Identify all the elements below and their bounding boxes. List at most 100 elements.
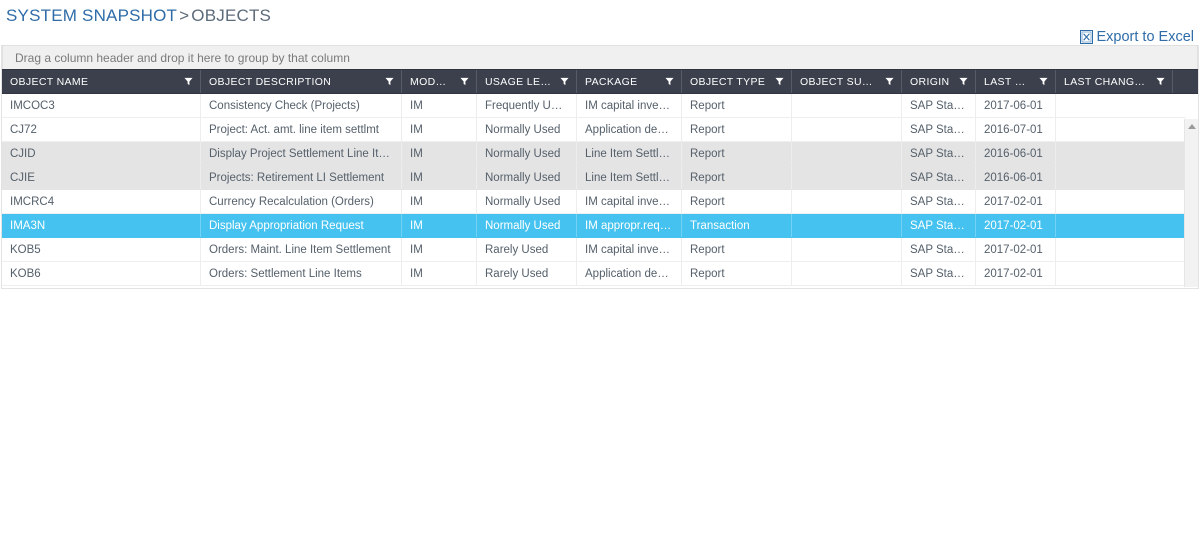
cell-package: IM capital investme... [577,238,682,261]
scroll-up-arrow-icon[interactable] [1185,119,1198,133]
cell-text: Report [690,99,725,112]
cell-object-name: IMA3N [2,214,201,237]
export-to-excel-button[interactable]: Export to Excel [1080,29,1194,45]
column-header-object-description[interactable]: OBJECT DESCRIPTION [201,70,402,93]
cell-text: Application develo... [585,267,673,280]
cell-text: SAP Standard [910,195,967,208]
cell-text: Normally Used [485,219,561,232]
cell-object-description: Display Project Settlement Line Itms [201,142,402,165]
breadcrumb-current-objects: OBJECTS [191,6,272,25]
cell-text: SAP Standard [910,171,967,184]
cell-text: CJ72 [10,123,37,136]
cell-text: Transaction [690,219,750,232]
table-row[interactable]: IMCOC3 Consistency Check (Projects) IM Freq… [2,94,1186,118]
column-header-usage-level[interactable]: USAGE LEVEL [477,70,577,93]
table-row[interactable]: KOB5 Orders: Maint. Line Item Settlement I… [2,238,1186,262]
cell-text: Orders: Maint. Line Item Settlement [209,243,391,256]
cell-package: IM capital investme... [577,94,682,117]
column-header-label: OBJECT SUB TYPE [800,75,877,88]
cell-origin: SAP Standard [902,166,976,189]
cell-object-sub-type [792,262,902,285]
cell-text: Report [690,123,725,136]
cell-package: Application develo... [577,262,682,285]
cell-text: Display Project Settlement Line Itms [209,147,393,160]
grid-header-row: OBJECT NAME OBJECT DESCRIPTION MODULE USAGE… [2,69,1198,94]
cell-object-description: Projects: Retirement LI Settlement [201,166,402,189]
filter-funnel-icon [385,77,394,86]
cell-text: Consistency Check (Projects) [209,99,360,112]
column-header-object-type[interactable]: OBJECT TYPE [682,70,792,93]
cell-package: Line Item Settleme... [577,142,682,165]
cell-text: Report [690,147,725,160]
group-by-dropzone[interactable]: Drag a column header and drop it here to… [2,45,1198,69]
breadcrumb-link-system-snapshot[interactable]: SYSTEM SNAPSHOT [6,6,177,25]
column-header-object-sub-type[interactable]: OBJECT SUB TYPE [792,70,902,93]
cell-origin: SAP Standard [902,118,976,141]
filter-funnel-icon [460,77,469,86]
cell-origin: SAP Standard [902,238,976,261]
cell-text: KOB5 [10,243,41,256]
cell-last-changed-by [1056,142,1173,165]
cell-object-type: Report [682,262,792,285]
cell-last-changed-by [1056,94,1173,117]
column-header-last-used[interactable]: LAST USED [976,70,1056,93]
cell-text: IM capital investme... [585,243,673,256]
table-row[interactable]: CJ72 Project: Act. amt. line item settlmt… [2,118,1186,142]
cell-text: Report [690,171,725,184]
cell-object-sub-type [792,94,902,117]
cell-origin: SAP Standard [902,214,976,237]
column-header-object-name[interactable]: OBJECT NAME [2,70,201,93]
table-row[interactable]: CJIE Projects: Retirement LI Settlement IM… [2,166,1186,190]
cell-object-description: Display Appropriation Request [201,214,402,237]
filter-funnel-icon [959,77,968,86]
table-row[interactable]: CJID Display Project Settlement Line Itms… [2,142,1186,166]
excel-icon [1080,30,1094,44]
cell-text: Project: Act. amt. line item settlmt [209,123,379,136]
cell-module: IM [402,190,477,213]
vertical-scrollbar[interactable] [1184,119,1198,287]
cell-object-type: Transaction [682,214,792,237]
column-header-module[interactable]: MODULE [402,70,477,93]
cell-text: Report [690,267,725,280]
table-row[interactable]: KOB6 Orders: Settlement Line Items IM Rarel… [2,262,1186,286]
cell-object-description: Orders: Settlement Line Items [201,262,402,285]
cell-object-type: Report [682,142,792,165]
column-header-origin[interactable]: ORIGIN [902,70,976,93]
cell-last-used: 2017-06-01 [976,94,1056,117]
cell-text: IM [410,267,423,280]
cell-object-name: IMCRC4 [2,190,201,213]
table-row[interactable]: IMCRC4 Currency Recalculation (Orders) IM N… [2,190,1186,214]
cell-text: IM [410,219,423,232]
table-row[interactable]: IMA3N Display Appropriation Request IM Norm… [2,214,1186,238]
cell-object-sub-type [792,118,902,141]
objects-grid: Drag a column header and drop it here to… [1,45,1199,289]
cell-object-type: Report [682,190,792,213]
cell-last-used: 2017-02-01 [976,190,1056,213]
cell-object-sub-type [792,214,902,237]
cell-text: IMCRC4 [10,195,55,208]
cell-text: 2017-02-01 [984,219,1043,232]
column-header-package[interactable]: PACKAGE [577,70,682,93]
cell-text: IM [410,147,423,160]
filter-funnel-icon [775,77,784,86]
cell-last-changed-by [1056,190,1173,213]
cell-usage-level: Normally Used [477,214,577,237]
column-header-label: LAST USED [984,75,1031,88]
cell-usage-level: Frequently Used [477,94,577,117]
column-header-last-changed-by[interactable]: LAST CHANGED BY [1056,70,1173,93]
cell-text: 2016-07-01 [984,123,1043,136]
cell-last-changed-by [1056,166,1173,189]
column-header-filler [1173,70,1188,93]
cell-text: 2017-02-01 [984,267,1043,280]
cell-last-used: 2016-07-01 [976,118,1056,141]
cell-object-name: KOB5 [2,238,201,261]
cell-text: SAP Standard [910,99,967,112]
cell-text: IM capital investme... [585,99,673,112]
cell-text: Rarely Used [485,267,549,280]
cell-text: IMCOC3 [10,99,55,112]
cell-object-type: Report [682,94,792,117]
cell-last-changed-by [1056,238,1173,261]
cell-object-description: Currency Recalculation (Orders) [201,190,402,213]
cell-text: 2016-06-01 [984,147,1043,160]
cell-package: Application develo... [577,118,682,141]
